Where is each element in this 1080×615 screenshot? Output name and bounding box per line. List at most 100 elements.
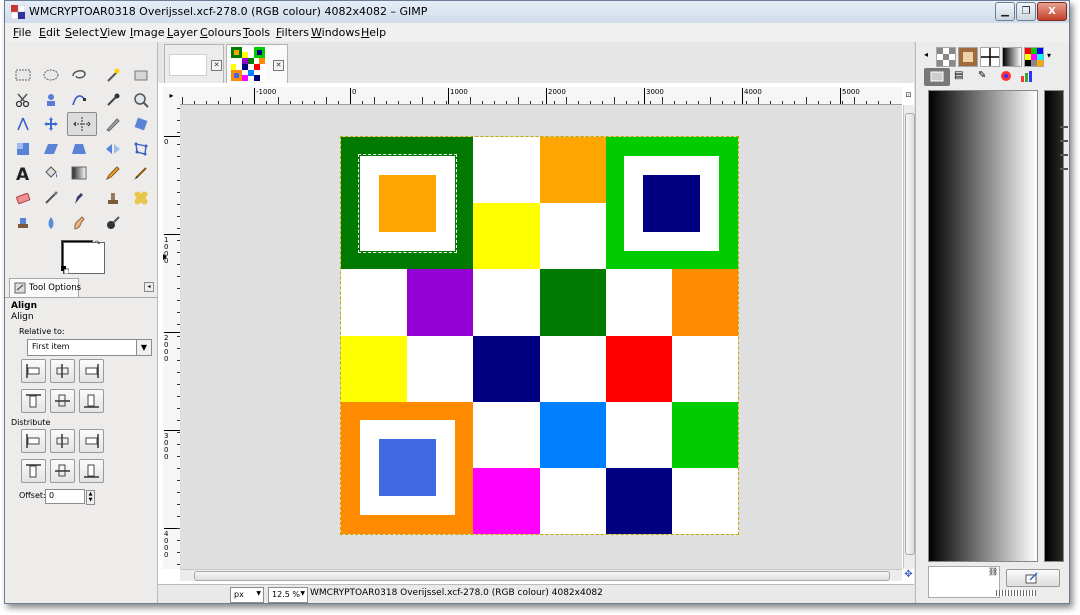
image-viewport[interactable] <box>180 105 902 569</box>
menu-colours[interactable]: Colours <box>200 26 241 39</box>
close-tab-icon[interactable]: ✕ <box>273 60 284 71</box>
dodge-burn-tool[interactable] <box>101 212 125 234</box>
foreground-select-tool[interactable] <box>39 89 63 111</box>
rotate-tool[interactable] <box>129 113 153 135</box>
menu-select[interactable]: Select <box>65 26 99 39</box>
menu-file[interactable]: File <box>13 26 31 39</box>
perspective-tool[interactable] <box>67 138 91 160</box>
histogram-icon[interactable] <box>1020 70 1034 84</box>
dock-menu-icon[interactable]: ▾ <box>1047 51 1057 61</box>
flip-tool[interactable] <box>101 138 125 160</box>
minimize-button[interactable]: ▁ <box>995 2 1015 21</box>
close-tab-icon[interactable]: ✕ <box>211 60 222 71</box>
tool-options-tab[interactable]: Tool Options <box>9 278 81 297</box>
shear-tool[interactable] <box>39 138 63 160</box>
blend-tool[interactable] <box>67 162 91 184</box>
move-tool[interactable] <box>39 113 63 135</box>
airbrush-tool[interactable] <box>39 187 63 209</box>
distribute-middle-button[interactable] <box>50 459 75 483</box>
distribute-bottom-button[interactable] <box>79 459 104 483</box>
horizontal-ruler[interactable]: -1000 0 1000 2000 3000 4000 5000 <box>180 87 902 105</box>
crop-tool[interactable] <box>101 113 125 135</box>
distribute-center-button[interactable] <box>50 429 75 453</box>
menu-tools[interactable]: Tools <box>243 26 270 39</box>
paths-dock-icon[interactable]: ✎ <box>978 70 992 84</box>
brushes-tab[interactable] <box>958 47 978 67</box>
offset-spinner[interactable]: 0 ▲ ▼ <box>45 489 95 505</box>
align-left-button[interactable] <box>21 359 46 383</box>
horizontal-scroll-thumb[interactable] <box>194 571 890 581</box>
tool-presets-tab[interactable] <box>980 47 1000 67</box>
cage-transform-tool[interactable] <box>129 138 153 160</box>
bucket-fill-tool[interactable] <box>39 162 63 184</box>
measure-tool[interactable] <box>11 113 35 135</box>
swap-colors-icon[interactable]: ↷ <box>94 240 102 248</box>
scissors-select-tool[interactable] <box>11 89 35 111</box>
vertical-ruler[interactable]: 0 1000 2000 3000 4000 <box>163 104 181 569</box>
distribute-left-button[interactable] <box>21 429 46 453</box>
menu-image[interactable]: Image <box>130 26 164 39</box>
distribute-right-button[interactable] <box>79 429 104 453</box>
image-tab-checker[interactable]: ✕ <box>226 44 288 83</box>
align-top-button[interactable] <box>21 389 46 413</box>
horizontal-scrollbar[interactable] <box>180 569 902 581</box>
fuzzy-select-tool[interactable] <box>101 64 125 86</box>
menu-filters[interactable]: Filters <box>276 26 309 39</box>
gradients-tab[interactable] <box>1002 47 1022 67</box>
title-bar[interactable]: WMCRYPTOAR0318 Overijssel.xcf-278.0 (RGB… <box>5 1 1069 23</box>
colormap-icon[interactable] <box>1000 70 1014 84</box>
align-middle-button[interactable] <box>50 389 75 413</box>
channels-icon[interactable]: ▤ <box>954 70 968 84</box>
text-tool[interactable]: A <box>11 162 35 184</box>
perspective-clone-tool[interactable] <box>11 212 35 234</box>
eraser-tool[interactable] <box>11 187 35 209</box>
zoom-tool[interactable] <box>129 89 153 111</box>
dock-left-arrow-icon[interactable]: ◂ <box>924 50 932 60</box>
palettes-tab[interactable] <box>1024 47 1044 67</box>
restore-button[interactable]: ❐ <box>1016 2 1036 21</box>
vertical-scrollbar[interactable] <box>903 105 915 569</box>
quick-mask-corner-icon[interactable]: ▸ <box>163 87 181 105</box>
scale-tool[interactable] <box>11 138 35 160</box>
rect-select-tool[interactable] <box>11 64 35 86</box>
link-icon[interactable]: ⛓ <box>988 567 998 577</box>
blur-tool[interactable] <box>39 212 63 234</box>
panel-menu-button[interactable]: ◂ <box>144 282 154 292</box>
close-button[interactable]: X <box>1037 2 1067 21</box>
dock-edit-button[interactable] <box>1006 569 1060 587</box>
smudge-tool[interactable] <box>67 212 91 234</box>
ink-tool[interactable] <box>67 187 91 209</box>
navigate-icon[interactable]: ✥ <box>903 569 914 580</box>
free-select-tool[interactable] <box>67 64 91 86</box>
menu-layer[interactable]: Layer <box>167 26 198 39</box>
clone-tool[interactable] <box>101 187 125 209</box>
unit-select[interactable]: px ▼ <box>230 587 264 603</box>
align-center-button[interactable] <box>50 359 75 383</box>
distribute-top-button[interactable] <box>21 459 46 483</box>
align-tool[interactable] <box>67 112 97 136</box>
patterns-tab[interactable] <box>936 47 956 67</box>
image-tab-blank[interactable]: ✕ <box>164 44 224 83</box>
zoom-fit-icon[interactable]: ⊡ <box>904 87 913 104</box>
gradient-preview[interactable] <box>928 90 1038 562</box>
image-content[interactable] <box>340 136 739 535</box>
vertical-scroll-thumb[interactable] <box>905 113 915 555</box>
zoom-select[interactable]: 12.5 % ▼ <box>268 587 308 603</box>
paths-tool[interactable] <box>67 89 91 111</box>
default-colors-icon[interactable] <box>61 264 70 275</box>
menu-windows[interactable]: Windows <box>311 26 360 39</box>
menu-view[interactable]: View <box>100 26 126 39</box>
layers-tab[interactable] <box>924 68 950 86</box>
menu-edit[interactable]: Edit <box>39 26 60 39</box>
spinner-arrows-icon[interactable]: ▲ ▼ <box>86 490 95 505</box>
select-by-color-tool[interactable] <box>129 64 153 86</box>
paintbrush-tool[interactable] <box>129 162 153 184</box>
align-right-button[interactable] <box>79 359 104 383</box>
menu-help[interactable]: Help <box>361 26 386 39</box>
ellipse-select-tool[interactable] <box>39 64 63 86</box>
relative-to-select[interactable]: First item ▼ <box>27 339 152 356</box>
align-bottom-button[interactable] <box>79 389 104 413</box>
color-picker-tool[interactable] <box>101 89 125 111</box>
heal-tool[interactable] <box>129 187 153 209</box>
pencil-tool[interactable] <box>101 162 125 184</box>
